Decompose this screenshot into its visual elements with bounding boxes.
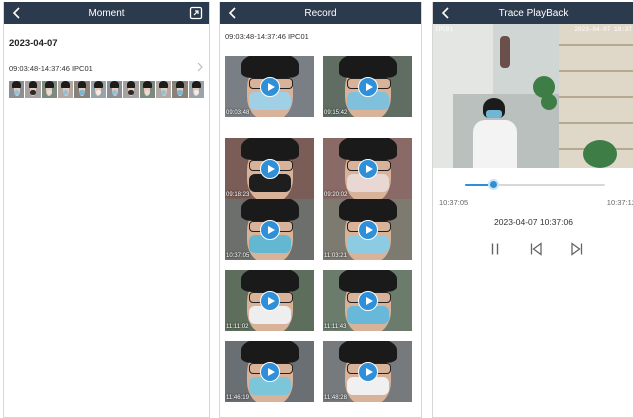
page-title: Record [304, 7, 337, 19]
export-icon[interactable] [189, 6, 203, 20]
play-icon[interactable] [260, 220, 280, 240]
chevron-left-icon [12, 7, 20, 19]
clip-range-label[interactable]: 09:03:48-14:37:46 IPC01 [9, 64, 93, 73]
current-datetime: 2023-04-07 10:37:06 [494, 217, 573, 227]
playback-progress-slider[interactable] [465, 179, 605, 190]
skip-next-icon [571, 242, 583, 256]
face-thumbnail[interactable] [9, 81, 25, 98]
clip-time: 11:11:43 [324, 324, 347, 330]
clip-thumbnail[interactable]: 10:37:05 [225, 199, 314, 260]
clip-thumbnail[interactable]: 11:11:02 [225, 270, 314, 331]
record-top-bar: Record [220, 2, 421, 24]
previous-button[interactable] [529, 242, 543, 256]
face-thumbnail[interactable] [57, 81, 74, 98]
face-thumbnail[interactable] [106, 81, 123, 98]
play-icon[interactable] [358, 291, 378, 311]
pause-button[interactable] [488, 242, 502, 256]
chevron-left-icon [441, 7, 449, 19]
play-icon[interactable] [358, 159, 378, 179]
clip-thumbnail[interactable]: 11:48:28 [323, 341, 412, 402]
moment-top-bar: Moment [4, 2, 209, 24]
clip-time: 09:15:42 [324, 110, 348, 116]
chevron-right-icon[interactable] [197, 62, 203, 72]
clip-thumbnail[interactable]: 09:03:48 [225, 56, 314, 117]
page-title: Trace PlayBack [498, 7, 569, 19]
clip-time: 11:03:21 [324, 253, 347, 259]
face-thumbnail-strip[interactable] [9, 81, 204, 98]
clip-thumbnail[interactable]: 11:11:43 [323, 270, 412, 331]
face-thumbnail[interactable] [155, 81, 172, 98]
clip-range-label: 09:03:48-14:37:46 IPC01 [225, 32, 309, 41]
face-thumbnail[interactable] [172, 81, 188, 98]
face-thumbnail[interactable] [139, 81, 155, 98]
video-osd-timestamp: 2023-04-07 10:37 [574, 26, 632, 33]
trace-playback-screen: Trace PlayBack IPC01 2023-04-07 10:37 10… [432, 2, 633, 418]
video-frame-plant [541, 94, 557, 110]
video-frame-background-person [500, 36, 510, 68]
clip-thumbnail[interactable]: 11:03:21 [323, 199, 412, 260]
clip-time: 11:48:28 [324, 395, 347, 401]
clip-time: 10:37:05 [226, 253, 250, 259]
back-button[interactable] [10, 5, 24, 21]
play-icon[interactable] [358, 220, 378, 240]
trace-top-bar: Trace PlayBack [433, 2, 633, 24]
clip-thumbnail[interactable]: 09:20:02 [323, 138, 412, 199]
face-thumbnail[interactable] [25, 81, 41, 98]
clip-thumbnail[interactable]: 09:15:42 [323, 56, 412, 117]
face-thumbnail[interactable] [123, 81, 139, 98]
clip-thumbnail[interactable]: 11:46:19 [225, 341, 314, 402]
video-frame-plant [583, 140, 617, 168]
clip-time: 11:11:02 [226, 324, 249, 330]
face-thumbnail[interactable] [74, 81, 90, 98]
play-icon[interactable] [358, 362, 378, 382]
face-thumbnail[interactable] [41, 81, 57, 98]
chevron-left-icon [228, 7, 236, 19]
clip-time: 09:20:02 [324, 192, 348, 198]
skip-previous-icon [530, 242, 542, 256]
pause-icon [491, 243, 499, 255]
play-icon[interactable] [260, 77, 280, 97]
moment-screen: Moment 2023-04-07 09:03:48-14:37:46 IPC0… [3, 2, 210, 418]
playback-controls [433, 242, 633, 258]
clip-time: 09:03:48 [226, 110, 250, 116]
play-icon[interactable] [260, 291, 280, 311]
play-icon[interactable] [358, 77, 378, 97]
clip-time: 11:46:19 [226, 395, 249, 401]
clip-thumbnail[interactable]: 09:18:23 [225, 138, 314, 199]
play-icon[interactable] [260, 362, 280, 382]
moment-date: 2023-04-07 [9, 38, 58, 49]
start-time: 10:37:05 [439, 198, 469, 207]
play-icon[interactable] [260, 159, 280, 179]
next-button[interactable] [570, 242, 584, 256]
back-button[interactable] [439, 5, 453, 21]
slider-handle[interactable] [488, 179, 499, 190]
face-thumbnail[interactable] [90, 81, 106, 98]
clip-time: 09:18:23 [226, 192, 250, 198]
video-osd-camera: IPC01 [435, 26, 454, 33]
end-time: 10:37:12 [606, 198, 633, 207]
video-frame-tracked-person [471, 98, 519, 168]
video-player[interactable]: IPC01 2023-04-07 10:37 [433, 24, 633, 168]
face-thumbnail[interactable] [188, 81, 204, 98]
page-title: Moment [88, 7, 125, 19]
record-screen: Record 09:03:48-14:37:46 IPC01 09:03:48 0… [219, 2, 422, 418]
back-button[interactable] [226, 5, 240, 21]
